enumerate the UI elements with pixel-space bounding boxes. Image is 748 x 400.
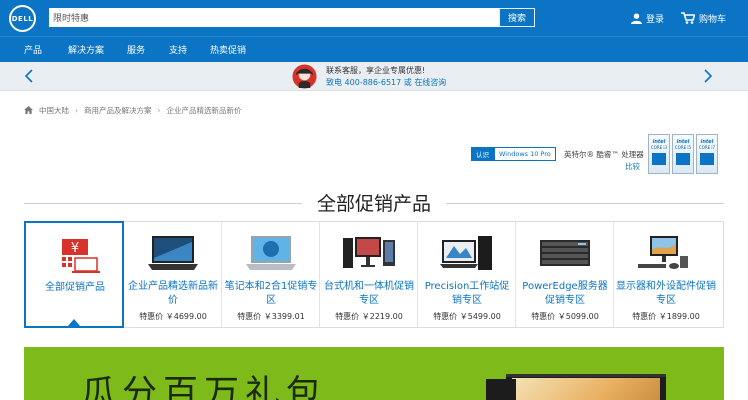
price-tag-icon: ¥ <box>62 239 100 273</box>
chip-graphic <box>700 153 714 165</box>
windows-badge-label: 认识 <box>471 147 494 161</box>
cart-icon <box>681 12 695 24</box>
contact-banner: 联系客服，享企业专属优惠! 致电 400-886-6517 或 在线咨询 <box>0 62 748 91</box>
card-monitors-accessories[interactable]: 显示器和外设配件促销专区 特惠价 ￥1899.00 <box>614 222 723 327</box>
active-indicator <box>68 319 80 326</box>
intel-processor-label: 英特尔® 酷睿™ 处理器 <box>564 150 644 159</box>
banner-monitor-screen <box>512 378 660 400</box>
chevron-right-icon[interactable] <box>699 68 715 84</box>
login-link[interactable]: 登录 <box>631 9 664 27</box>
chip-label: CORE i3 <box>650 145 668 150</box>
cart-link[interactable]: 购物车 <box>681 9 726 27</box>
card-price: 特惠价 ￥2219.00 <box>335 312 403 321</box>
main-nav: 产品 解决方案 服务 支持 热卖促销 <box>0 36 748 62</box>
support-agent-icon <box>292 64 317 89</box>
card-price: 特惠价 ￥5099.00 <box>531 312 599 321</box>
card-enterprise-new[interactable]: 企业产品精选新品新价 特惠价 ￥4699.00 <box>124 222 222 327</box>
intel-core-i5-badge: intel CORE i5 <box>672 134 694 174</box>
card-price: 特惠价 ￥4699.00 <box>139 312 207 321</box>
banner-tower-image <box>486 379 516 400</box>
windows-badge-product: Windows 10 Pro <box>494 147 556 161</box>
promo-headline: 瓜分百万礼包 <box>81 374 328 400</box>
breadcrumb-item-commercial[interactable]: 商用产品及解决方案 <box>84 105 152 116</box>
breadcrumb-item-china[interactable]: 中国大陆 <box>39 105 69 116</box>
breadcrumb: 中国大陆 › 商用产品及解决方案 › 企业产品精选新品新价 <box>24 104 242 116</box>
dell-logo[interactable]: DELL <box>9 5 36 32</box>
card-precision-workstation[interactable]: Precision工作站促销专区 特惠价 ￥5499.00 <box>418 222 516 327</box>
nav-item-products[interactable]: 产品 <box>24 43 42 56</box>
top-header: DELL 搜索 登录 购物车 <box>0 0 748 36</box>
category-cards: ¥ 全部促销产品 企业产品精选新品新价 特惠价 ￥4699.00 笔记本和2合1… <box>24 221 724 328</box>
search-button[interactable]: 搜索 <box>499 8 535 27</box>
windows-badge[interactable]: 认识 Windows 10 Pro <box>471 147 556 161</box>
compare-link[interactable]: 比较 <box>625 161 640 172</box>
online-chat-link[interactable]: 在线咨询 <box>414 78 446 87</box>
card-title: 企业产品精选新品新价 <box>128 281 218 306</box>
nav-item-services[interactable]: 服务 <box>127 43 145 56</box>
svg-text:¥: ¥ <box>71 241 79 256</box>
intel-core-i3-badge: intel CORE i3 <box>648 134 670 174</box>
nav-item-solutions[interactable]: 解决方案 <box>68 43 104 56</box>
user-icon <box>631 12 642 24</box>
breadcrumb-item-current: 企业产品精选新品新价 <box>166 105 242 115</box>
nav-item-support[interactable]: 支持 <box>169 43 187 56</box>
cart-label: 购物车 <box>699 14 727 25</box>
server-icon <box>540 240 590 266</box>
contact-headline: 联系客服，享企业专属优惠! <box>326 66 426 75</box>
chip-graphic <box>676 153 690 165</box>
nav-item-deals[interactable]: 热卖促销 <box>210 43 246 56</box>
card-title: 台式机和一体机促销专区 <box>324 281 414 306</box>
breadcrumb-separator: › <box>75 105 78 115</box>
card-price: 特惠价 ￥5499.00 <box>433 312 501 321</box>
breadcrumb-separator: › <box>157 105 161 115</box>
phone-number[interactable]: 致电 400-886-6517 <box>326 78 401 87</box>
monitor-icon <box>638 236 688 269</box>
contact-or: 或 <box>401 78 415 87</box>
chip-label: CORE i5 <box>674 145 692 150</box>
promo-banner[interactable]: 瓜分百万礼包 <box>24 347 724 400</box>
chevron-left-icon[interactable] <box>22 68 38 84</box>
chip-label: CORE i7 <box>698 145 716 150</box>
card-desktops-aio[interactable]: 台式机和一体机促销专区 特惠价 ￥2219.00 <box>320 222 418 327</box>
card-title: 显示器和外设配件促销专区 <box>616 281 716 306</box>
card-all-promotions[interactable]: ¥ 全部促销产品 <box>24 221 124 328</box>
card-laptops-2in1[interactable]: 笔记本和2合1促销专区 特惠价 ￥3399.01 <box>222 222 320 327</box>
laptop-icon <box>148 236 198 270</box>
card-title: 全部促销产品 <box>45 282 105 293</box>
card-title: Precision工作站促销专区 <box>424 281 510 306</box>
login-label: 登录 <box>646 14 665 25</box>
card-title: 笔记本和2合1促销专区 <box>224 281 318 306</box>
laptop-icon <box>246 236 296 270</box>
intel-core-i7-badge: intel CORE i7 <box>696 134 718 174</box>
workstation-icon <box>440 236 492 270</box>
contact-details: 致电 400-886-6517 或 在线咨询 <box>326 77 446 88</box>
card-title: PowerEdge服务器促销专区 <box>522 281 608 306</box>
home-icon[interactable] <box>24 106 33 114</box>
search-input[interactable] <box>49 8 500 27</box>
section-title: 全部促销产品 <box>302 189 446 216</box>
card-price: 特惠价 ￥3399.01 <box>237 312 305 321</box>
chip-graphic <box>652 153 666 165</box>
card-price: 特惠价 ￥1899.00 <box>632 312 700 321</box>
card-poweredge-server[interactable]: PowerEdge服务器促销专区 特惠价 ￥5099.00 <box>516 222 614 327</box>
desktop-icon <box>343 237 395 268</box>
